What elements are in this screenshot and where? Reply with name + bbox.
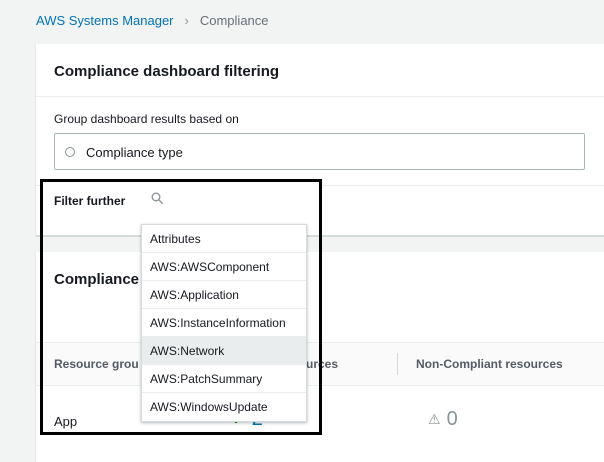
panel-header: Compliance dashboard filtering [36, 44, 604, 97]
radio-label: Compliance type [86, 145, 183, 160]
noncompliant-count: ⚠ 0 [428, 408, 458, 431]
dropdown-option-highlighted[interactable]: AWS:Network [142, 337, 306, 365]
compliance-type-option[interactable]: Compliance type [54, 133, 585, 170]
dropdown-option[interactable]: Attributes [142, 225, 306, 253]
breadcrumb-systems-manager-link[interactable]: AWS Systems Manager [36, 13, 174, 28]
section-divider [36, 235, 604, 237]
table-cell-resource-group: App [54, 414, 78, 429]
group-by-label: Group dashboard results based on [54, 112, 239, 126]
noncompliant-count-value: 0 [446, 408, 458, 430]
filter-search-input[interactable] [141, 186, 318, 214]
dropdown-option[interactable]: AWS:InstanceInformation [142, 309, 306, 337]
dropdown-option[interactable]: AWS:Application [142, 281, 306, 309]
column-divider [397, 353, 398, 375]
summary-title: Compliance [54, 271, 140, 288]
filter-options-dropdown: Attributes AWS:AWSComponent AWS:Applicat… [141, 224, 307, 422]
column-header-compliant[interactable]: urces [306, 357, 338, 371]
chevron-right-icon: › [184, 13, 189, 28]
warning-icon: ⚠ [428, 411, 441, 427]
filter-further-label: Filter further [54, 194, 126, 208]
column-header-resource-group[interactable]: Resource grou [54, 357, 139, 371]
compliance-summary-panel: Compliance Resource grou urces Non-Compl… [36, 252, 604, 462]
panel-title: Compliance dashboard filtering [54, 63, 280, 80]
column-header-noncompliant[interactable]: Non-Compliant resources [416, 357, 563, 371]
table-header: Resource grou urces Non-Compliant resour… [36, 342, 604, 386]
radio-button[interactable] [65, 147, 75, 157]
breadcrumb: AWS Systems Manager › Compliance [36, 13, 269, 28]
dropdown-option[interactable]: AWS:PatchSummary [142, 365, 306, 393]
search-icon [151, 192, 163, 204]
breadcrumb-current: Compliance [199, 13, 269, 28]
dropdown-option[interactable]: AWS:WindowsUpdate [142, 393, 306, 421]
dropdown-option[interactable]: AWS:AWSComponent [142, 253, 306, 281]
